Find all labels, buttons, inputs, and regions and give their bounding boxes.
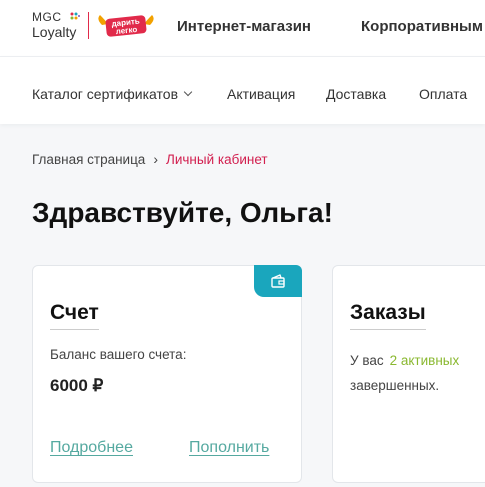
orders-card: Заказы У вас 2 активных завершенных.: [332, 265, 485, 483]
breadcrumb-current: Личный кабинет: [166, 151, 268, 167]
wallet-icon: [271, 273, 285, 288]
subnav-catalog-label: Каталог сертификатов: [32, 86, 179, 102]
nav-corporate[interactable]: Корпоративным: [361, 18, 483, 35]
subnav-activation[interactable]: Активация: [227, 86, 295, 102]
top-header: MGC Loyalty дарить легко Интернет-магази…: [0, 0, 485, 56]
top-up-link[interactable]: Пополнить: [189, 439, 269, 457]
orders-text-prefix: У вас: [350, 353, 384, 368]
logo-partner-line2: легко: [115, 25, 137, 36]
subnav-payment[interactable]: Оплата: [419, 86, 467, 102]
logo-loyalty-text: Loyalty: [32, 24, 77, 40]
page-title: Здравствуйте, Ольга!: [32, 197, 333, 228]
logo-dots-icon: [70, 12, 80, 20]
nav-online-store[interactable]: Интернет-магазин: [177, 18, 311, 35]
breadcrumb-home[interactable]: Главная страница: [32, 152, 145, 167]
sub-navigation: Каталог сертификатов Активация Доставка …: [0, 56, 485, 124]
mgc-loyalty-logo[interactable]: MGC Loyalty: [32, 11, 88, 41]
logo-divider: [88, 12, 89, 39]
breadcrumb: Главная страница › Личный кабинет: [32, 151, 268, 167]
orders-text-line2: завершенных.: [350, 378, 440, 393]
orders-active-count[interactable]: 2 активных: [390, 353, 460, 368]
breadcrumb-separator: ›: [153, 151, 158, 167]
card-badge: [254, 265, 302, 297]
account-card-title: Счет: [50, 301, 99, 330]
balance-value: 6000 ₽: [50, 376, 104, 395]
account-card: Счет Баланс вашего счета: 6000 ₽ Подробн…: [32, 265, 302, 483]
chevron-down-icon: [183, 87, 193, 97]
subnav-delivery[interactable]: Доставка: [326, 86, 386, 102]
subnav-catalog[interactable]: Каталог сертификатов: [32, 86, 193, 102]
balance-label: Баланс вашего счета:: [50, 347, 187, 362]
darit-legko-logo[interactable]: дарить легко: [96, 11, 156, 41]
details-link[interactable]: Подробнее: [50, 439, 133, 457]
orders-summary: У вас 2 активных завершенных.: [350, 348, 485, 398]
orders-card-title: Заказы: [350, 301, 426, 330]
